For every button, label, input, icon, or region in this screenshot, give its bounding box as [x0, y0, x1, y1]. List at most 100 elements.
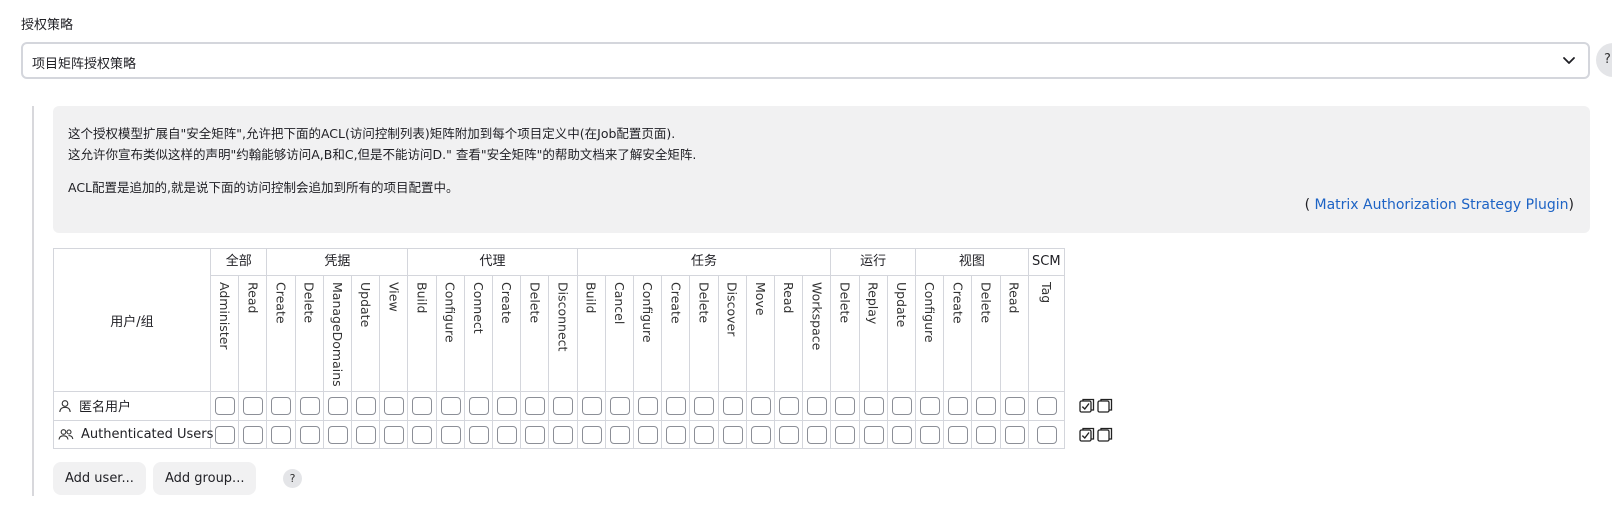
permission-checkbox[interactable] — [920, 397, 940, 415]
permission-checkbox[interactable] — [299, 397, 320, 415]
permission-checkbox[interactable] — [722, 425, 743, 444]
row-actions — [1079, 398, 1113, 418]
permission-checkbox[interactable] — [666, 397, 687, 415]
permission-checkbox[interactable] — [581, 397, 602, 415]
permission-checkbox[interactable] — [215, 425, 235, 444]
permission-matrix: 用户/组 全部 Administer Read 凭据 Create Delete Manage… — [53, 248, 1112, 449]
matrix-help-button[interactable]: ? — [283, 469, 302, 488]
permission-checkbox[interactable] — [750, 397, 771, 415]
permission-checkbox[interactable] — [1036, 425, 1057, 444]
select-all-icon[interactable] — [1079, 398, 1095, 418]
permission-checkbox[interactable] — [356, 397, 376, 415]
permission-checkbox[interactable] — [638, 425, 658, 444]
permission-checkbox[interactable] — [807, 397, 828, 415]
permission-checkbox[interactable] — [497, 425, 517, 444]
permission-checkbox[interactable] — [1036, 397, 1057, 415]
permission-column-header: Update — [352, 276, 381, 392]
permission-checkbox[interactable] — [891, 425, 912, 444]
permission-group-header: 运行 — [831, 249, 916, 276]
permission-column-header: Delete — [295, 276, 324, 392]
permission-cell — [634, 392, 663, 421]
permission-cell — [859, 420, 888, 449]
permission-column-header: Discover — [718, 276, 747, 392]
permission-checkbox[interactable] — [750, 425, 771, 444]
permission-name: Replay — [865, 282, 881, 325]
strategy-help-button[interactable]: ? — [1596, 43, 1612, 77]
permission-name: Tag — [1038, 282, 1054, 304]
permission-checkbox[interactable] — [271, 425, 292, 444]
permission-checkbox[interactable] — [694, 397, 715, 415]
permission-name: Discover — [724, 282, 740, 337]
permission-cell — [718, 392, 747, 421]
permission-checkbox[interactable] — [215, 397, 235, 415]
permission-checkbox[interactable] — [863, 397, 884, 415]
permission-checkbox[interactable] — [299, 425, 320, 444]
permission-checkbox[interactable] — [384, 425, 405, 444]
add-user-button[interactable]: Add user... — [53, 462, 146, 495]
permission-column-header: ManageDomains — [323, 276, 352, 392]
permission-name: ManageDomains — [329, 282, 345, 387]
strategy-select-value: 项目矩阵授权策略 — [32, 57, 137, 72]
permission-checkbox[interactable] — [553, 397, 574, 415]
permission-checkbox[interactable] — [440, 397, 461, 415]
permission-checkbox[interactable] — [525, 397, 546, 415]
authorization-strategy-select[interactable]: 项目矩阵授权策略 — [21, 42, 1590, 79]
description-line-3: ACL配置是追加的,就是说下面的访问控制会追加到所有的项目配置中。 — [68, 180, 459, 195]
permission-checkbox[interactable] — [835, 397, 856, 415]
permission-checkbox[interactable] — [779, 397, 799, 415]
permission-checkbox[interactable] — [722, 397, 743, 415]
permission-name: Read — [781, 282, 797, 314]
permission-checkbox[interactable] — [327, 397, 348, 415]
permission-checkbox[interactable] — [779, 425, 799, 444]
permission-checkbox[interactable] — [412, 425, 433, 444]
permission-checkbox[interactable] — [609, 397, 630, 415]
permission-checkbox[interactable] — [666, 425, 687, 444]
permission-checkbox[interactable] — [384, 397, 405, 415]
permission-checkbox[interactable] — [243, 425, 264, 444]
permission-cell — [380, 420, 409, 449]
permission-name: Build — [414, 282, 430, 314]
permission-cell — [323, 392, 352, 421]
select-all-icon[interactable] — [1079, 427, 1095, 447]
permission-checkbox[interactable] — [497, 397, 517, 415]
permission-checkbox[interactable] — [412, 397, 433, 415]
section-divider — [32, 106, 34, 496]
permission-checkbox[interactable] — [327, 425, 348, 444]
permission-checkbox[interactable] — [694, 425, 715, 444]
permission-checkbox[interactable] — [581, 425, 602, 444]
plugin-link[interactable]: Matrix Authorization Strategy Plugin — [1314, 197, 1568, 213]
permission-checkbox[interactable] — [807, 425, 828, 444]
permission-checkbox[interactable] — [1004, 397, 1025, 415]
permission-checkbox[interactable] — [638, 397, 658, 415]
permission-checkbox[interactable] — [553, 425, 574, 444]
permission-checkbox[interactable] — [976, 425, 997, 444]
permission-checkbox[interactable] — [976, 397, 997, 415]
add-group-button[interactable]: Add group... — [153, 462, 257, 495]
unselect-all-icon[interactable] — [1097, 427, 1113, 447]
permission-column-header: Tag — [1028, 276, 1065, 392]
unselect-all-icon[interactable] — [1097, 398, 1113, 418]
permission-checkbox[interactable] — [609, 425, 630, 444]
permission-checkbox[interactable] — [863, 425, 884, 444]
permission-checkbox[interactable] — [891, 397, 912, 415]
permission-checkbox[interactable] — [468, 397, 489, 415]
permission-checkbox[interactable] — [835, 425, 856, 444]
permission-name: Delete — [837, 282, 853, 324]
permission-checkbox[interactable] — [1004, 425, 1025, 444]
paren-close: ) — [1568, 197, 1574, 213]
permission-checkbox[interactable] — [948, 425, 969, 444]
permission-checkbox[interactable] — [525, 425, 546, 444]
permission-cell — [662, 392, 691, 421]
permission-checkbox[interactable] — [271, 397, 292, 415]
permission-checkbox[interactable] — [440, 425, 461, 444]
permission-name: Connect — [470, 282, 486, 334]
permission-checkbox[interactable] — [948, 397, 969, 415]
permission-checkbox[interactable] — [356, 425, 376, 444]
permission-name: Delete — [301, 282, 317, 324]
row-name: Authenticated Users — [81, 426, 214, 442]
permission-checkbox[interactable] — [920, 425, 940, 444]
permission-checkbox[interactable] — [468, 425, 489, 444]
permission-column-header: Create — [493, 276, 522, 392]
permission-checkbox[interactable] — [243, 397, 264, 415]
permission-column-header: Update — [887, 276, 916, 392]
